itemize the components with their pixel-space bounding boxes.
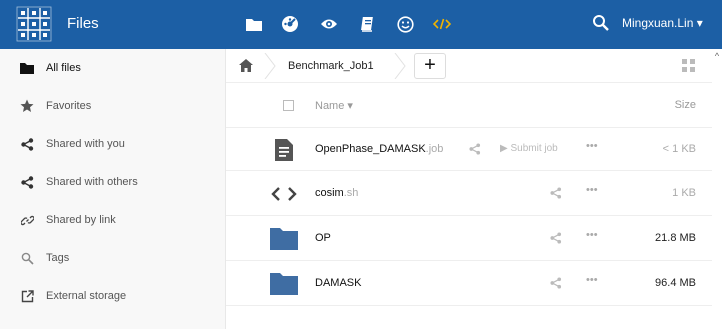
external-storage-icon: [20, 289, 34, 303]
breadcrumb-separator: [394, 53, 406, 79]
file-extension: .sh: [343, 187, 359, 199]
submit-job-button[interactable]: ▶ Submit job: [500, 143, 558, 154]
link-icon: [20, 213, 34, 227]
sidebar-item-label: Shared with others: [46, 176, 138, 188]
sidebar-item-label: Favorites: [46, 100, 92, 112]
eye-icon[interactable]: [318, 13, 340, 35]
breadcrumb-separator: [264, 53, 276, 79]
file-name[interactable]: cosim.sh: [315, 187, 358, 199]
smiley-icon[interactable]: [394, 13, 416, 35]
sidebar-item-shared-with-others[interactable]: Shared with others: [0, 163, 226, 201]
code-icon[interactable]: [431, 13, 453, 35]
code-file-icon: [270, 180, 298, 208]
file-basename: cosim: [315, 187, 344, 199]
file-size: < 1 KB: [662, 143, 696, 155]
add-new-button[interactable]: +: [414, 53, 446, 79]
search-icon[interactable]: [592, 14, 610, 32]
column-header-name[interactable]: Name ▾: [315, 99, 353, 112]
sidebar-item-shared-with-you[interactable]: Shared with you: [0, 125, 226, 163]
breadcrumb-current[interactable]: Benchmark_Job1: [288, 60, 374, 72]
sidebar-item-external-storage[interactable]: External storage: [0, 277, 226, 315]
table-row[interactable]: DAMASK ••• 96.4 MB: [226, 262, 712, 306]
more-actions-icon[interactable]: •••: [586, 140, 598, 152]
share-icon[interactable]: [550, 187, 562, 199]
sidebar-item-label: Shared with you: [46, 138, 125, 150]
file-list-area: Benchmark_Job1 + ^ Name ▾ Size OpenPhase…: [226, 49, 722, 329]
scroll-up-icon[interactable]: ^: [712, 51, 722, 61]
app-name[interactable]: Files: [67, 15, 99, 32]
file-basename: DAMASK: [315, 277, 362, 289]
share-icon[interactable]: [550, 232, 562, 244]
sidebar-item-all-files[interactable]: All files: [0, 49, 226, 87]
home-icon[interactable]: [239, 59, 253, 72]
tag-search-icon: [20, 251, 34, 265]
sidebar-item-label: Shared by link: [46, 214, 116, 226]
sidebar-item-label: Tags: [46, 252, 70, 264]
share-icon[interactable]: [469, 143, 481, 155]
files-icon[interactable]: [243, 13, 265, 35]
folder-icon: [20, 61, 34, 75]
more-actions-icon[interactable]: •••: [586, 274, 598, 286]
sidebar-item-tags[interactable]: Tags: [0, 239, 226, 277]
sidebar-item-shared-by-link[interactable]: Shared by link: [0, 201, 226, 239]
star-icon: [20, 99, 34, 113]
controls-bar: Benchmark_Job1 + ^: [226, 49, 719, 83]
more-actions-icon[interactable]: •••: [586, 229, 598, 241]
dashboard-icon[interactable]: [279, 13, 301, 35]
file-size: 96.4 MB: [655, 277, 696, 289]
select-all-checkbox[interactable]: [283, 100, 294, 111]
sidebar-item-label: All files: [46, 62, 81, 74]
share-icon: [20, 175, 34, 189]
file-basename: OpenPhase_DAMASK: [315, 143, 426, 155]
table-header: Name ▾ Size: [226, 85, 712, 125]
sidebar-item-label: External storage: [46, 290, 127, 302]
notebook-icon[interactable]: [356, 13, 378, 35]
grid-view-icon[interactable]: [682, 59, 695, 72]
sidebar: All files Favorites Shared with you Shar…: [0, 49, 226, 329]
folder-icon: [270, 225, 298, 253]
folder-icon: [270, 270, 298, 298]
share-icon: [20, 137, 34, 151]
top-header: Files Mingxuan.Lin ▾: [0, 0, 722, 49]
app-logo-icon[interactable]: [16, 6, 52, 42]
file-size: 1 KB: [672, 187, 696, 199]
sidebar-item-favorites[interactable]: Favorites: [0, 87, 226, 125]
file-size: 21.8 MB: [655, 232, 696, 244]
share-icon[interactable]: [550, 277, 562, 289]
file-basename: OP: [315, 232, 331, 244]
file-extension: .job: [425, 143, 444, 155]
table-row[interactable]: OP ••• 21.8 MB: [226, 217, 712, 261]
column-header-size[interactable]: Size: [675, 99, 696, 111]
table-row[interactable]: OpenPhase_DAMASK.job ▶ Submit job ••• < …: [226, 127, 712, 171]
file-name[interactable]: DAMASK: [315, 277, 361, 289]
file-name[interactable]: OpenPhase_DAMASK.job: [315, 143, 443, 155]
document-icon: [270, 136, 298, 164]
more-actions-icon[interactable]: •••: [586, 184, 598, 196]
file-name[interactable]: OP: [315, 232, 331, 244]
user-menu[interactable]: Mingxuan.Lin ▾: [622, 16, 703, 30]
table-row[interactable]: cosim.sh ••• 1 KB: [226, 172, 712, 216]
